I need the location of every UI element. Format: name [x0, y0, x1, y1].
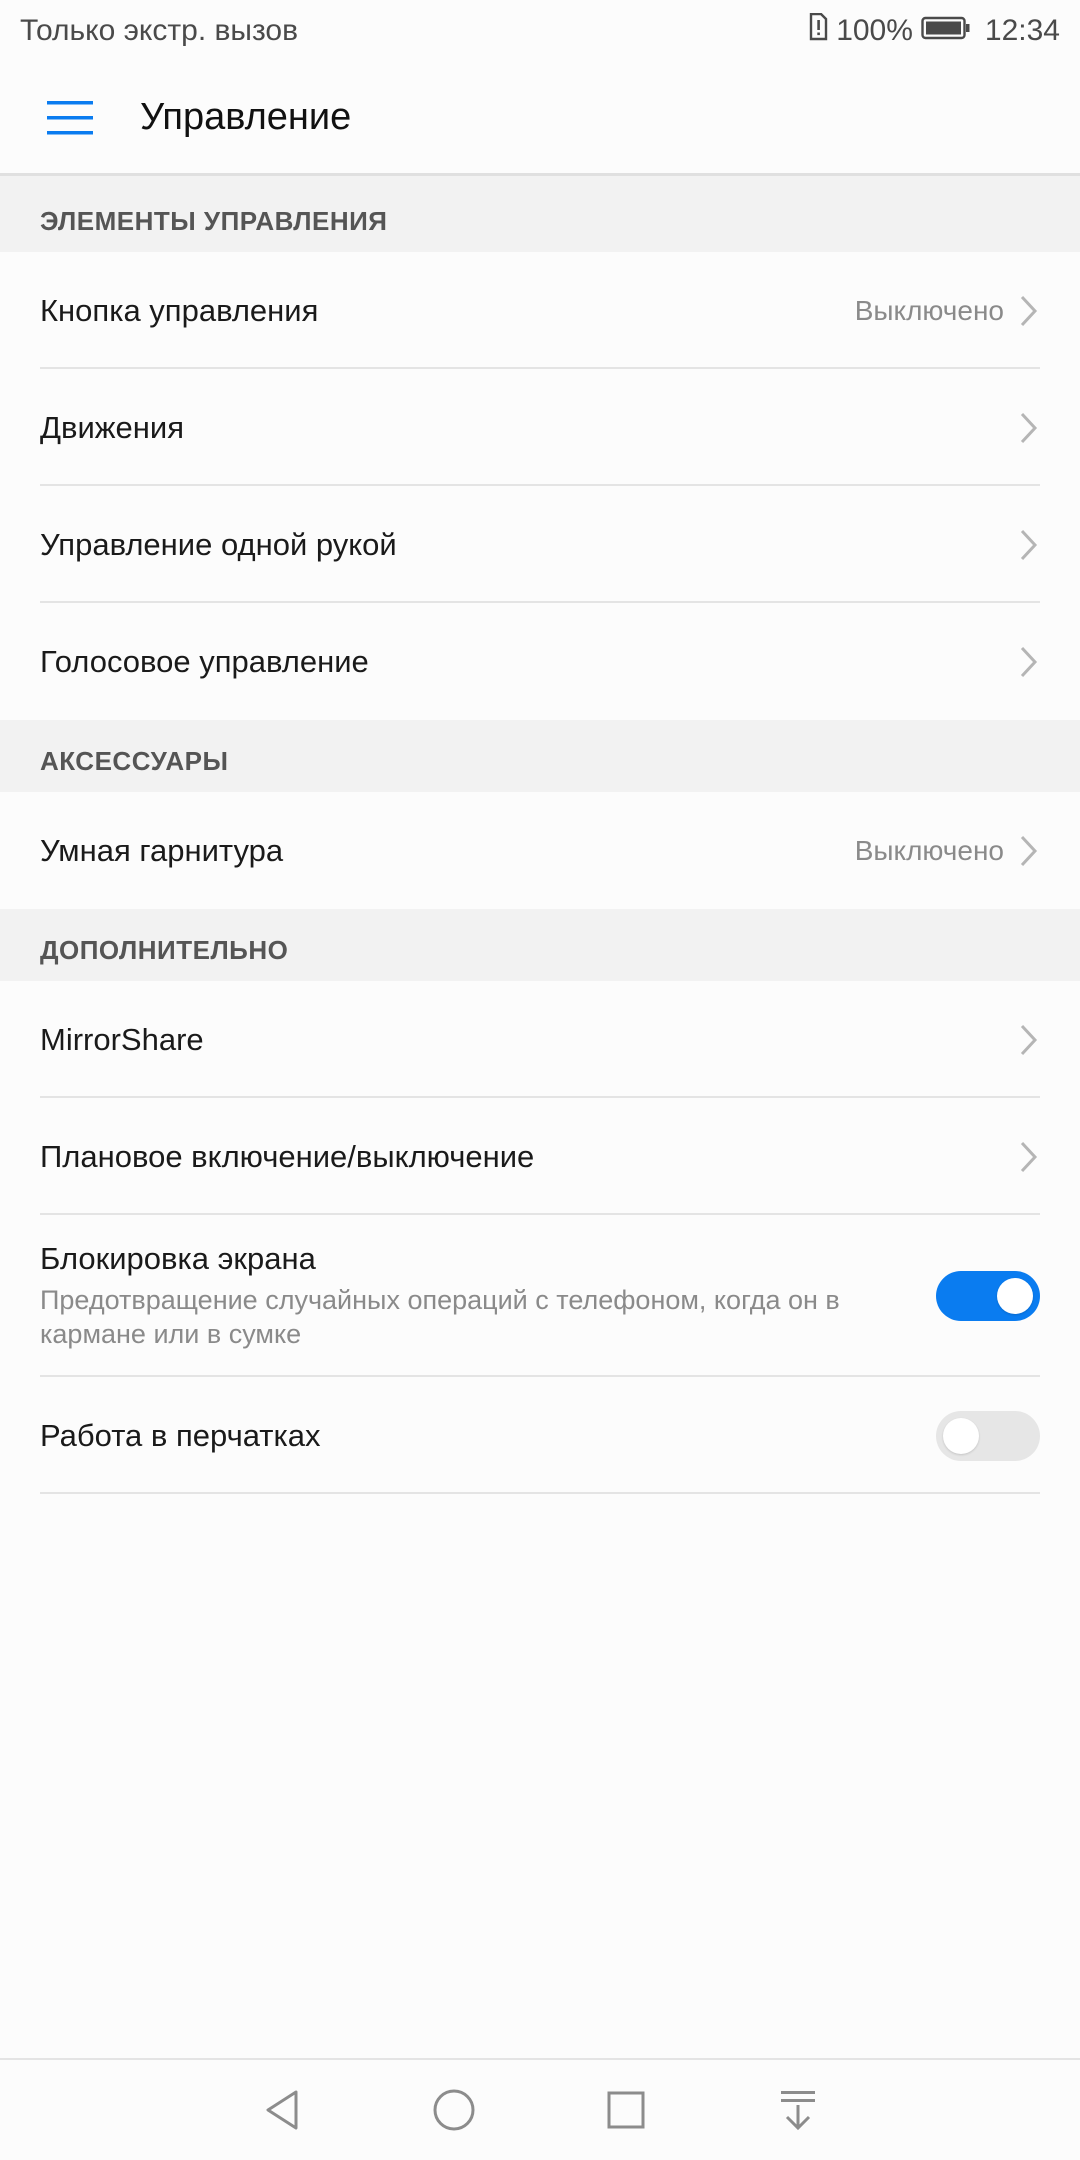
- navigation-bar: [0, 2058, 1080, 2160]
- item-label: Голосовое управление: [40, 643, 369, 679]
- notifications-pull-icon[interactable]: [768, 2080, 828, 2140]
- status-indicators: 100% 12:34: [808, 12, 1060, 49]
- list-item-control-button[interactable]: Кнопка управления Выключено: [0, 252, 1080, 369]
- chevron-right-icon: [1020, 646, 1038, 677]
- clock: 12:34: [984, 14, 1060, 47]
- list-item-mirrorshare[interactable]: MirrorShare: [0, 981, 1080, 1098]
- chevron-right-icon: [1020, 1141, 1038, 1172]
- app-bar: Управление: [0, 62, 1080, 176]
- sim-alert-icon: [808, 12, 828, 49]
- carrier-status-text: Только экстр. вызов: [20, 14, 299, 47]
- item-value: Выключено: [854, 834, 1004, 866]
- list-item-smart-headset[interactable]: Умная гарнитура Выключено: [0, 792, 1080, 909]
- list-item-gestures[interactable]: Движения: [0, 369, 1080, 486]
- page-title: Управление: [140, 96, 352, 138]
- home-icon[interactable]: [424, 2080, 484, 2140]
- battery-icon: [921, 14, 971, 48]
- battery-percent: 100%: [836, 14, 913, 47]
- item-text: Блокировка экрана Предотвращение случайн…: [40, 1241, 936, 1351]
- toggle-knob: [943, 1417, 979, 1454]
- back-icon[interactable]: [252, 2080, 312, 2140]
- chevron-right-icon: [1020, 295, 1038, 326]
- list-item-one-hand[interactable]: Управление одной рукой: [0, 486, 1080, 603]
- hamburger-menu-icon[interactable]: [0, 61, 140, 175]
- section-header-controls: ЭЛЕМЕНТЫ УПРАВЛЕНИЯ: [0, 176, 1080, 252]
- chevron-right-icon: [1020, 1024, 1038, 1055]
- divider: [40, 1492, 1040, 1494]
- item-label: Движения: [40, 409, 184, 445]
- list-item-glove-mode: Работа в перчатках: [0, 1377, 1080, 1494]
- item-label: Работа в перчатках: [40, 1417, 321, 1453]
- chevron-right-icon: [1020, 529, 1038, 560]
- toggle-knob: [997, 1278, 1033, 1314]
- item-subtitle: Предотвращение случайных операций с теле…: [40, 1285, 840, 1349]
- screen-lock-toggle[interactable]: [936, 1271, 1040, 1321]
- recents-icon[interactable]: [596, 2080, 656, 2140]
- chevron-right-icon: [1020, 412, 1038, 443]
- item-label: Умная гарнитура: [40, 832, 284, 868]
- list-item-screen-lock: Блокировка экрана Предотвращение случайн…: [0, 1215, 1080, 1377]
- section-header-additional: ДОПОЛНИТЕЛЬНО: [0, 909, 1080, 981]
- glove-mode-toggle[interactable]: [936, 1410, 1040, 1461]
- item-label: Кнопка управления: [40, 292, 319, 328]
- item-value: Выключено: [854, 294, 1004, 326]
- item-label: MirrorShare: [40, 1021, 204, 1057]
- item-label: Управление одной рукой: [40, 526, 397, 562]
- status-bar: Только экстр. вызов 100% 12:34: [0, 0, 1080, 62]
- list-item-scheduled-power[interactable]: Плановое включение/выключение: [0, 1098, 1080, 1215]
- section-header-accessories: АКСЕССУАРЫ: [0, 720, 1080, 792]
- item-label: Плановое включение/выключение: [40, 1138, 535, 1174]
- settings-list: ЭЛЕМЕНТЫ УПРАВЛЕНИЯ Кнопка управления Вы…: [0, 176, 1080, 1494]
- list-item-voice-control[interactable]: Голосовое управление: [0, 603, 1080, 720]
- item-label: Блокировка экрана: [40, 1241, 316, 1276]
- chevron-right-icon: [1020, 835, 1038, 866]
